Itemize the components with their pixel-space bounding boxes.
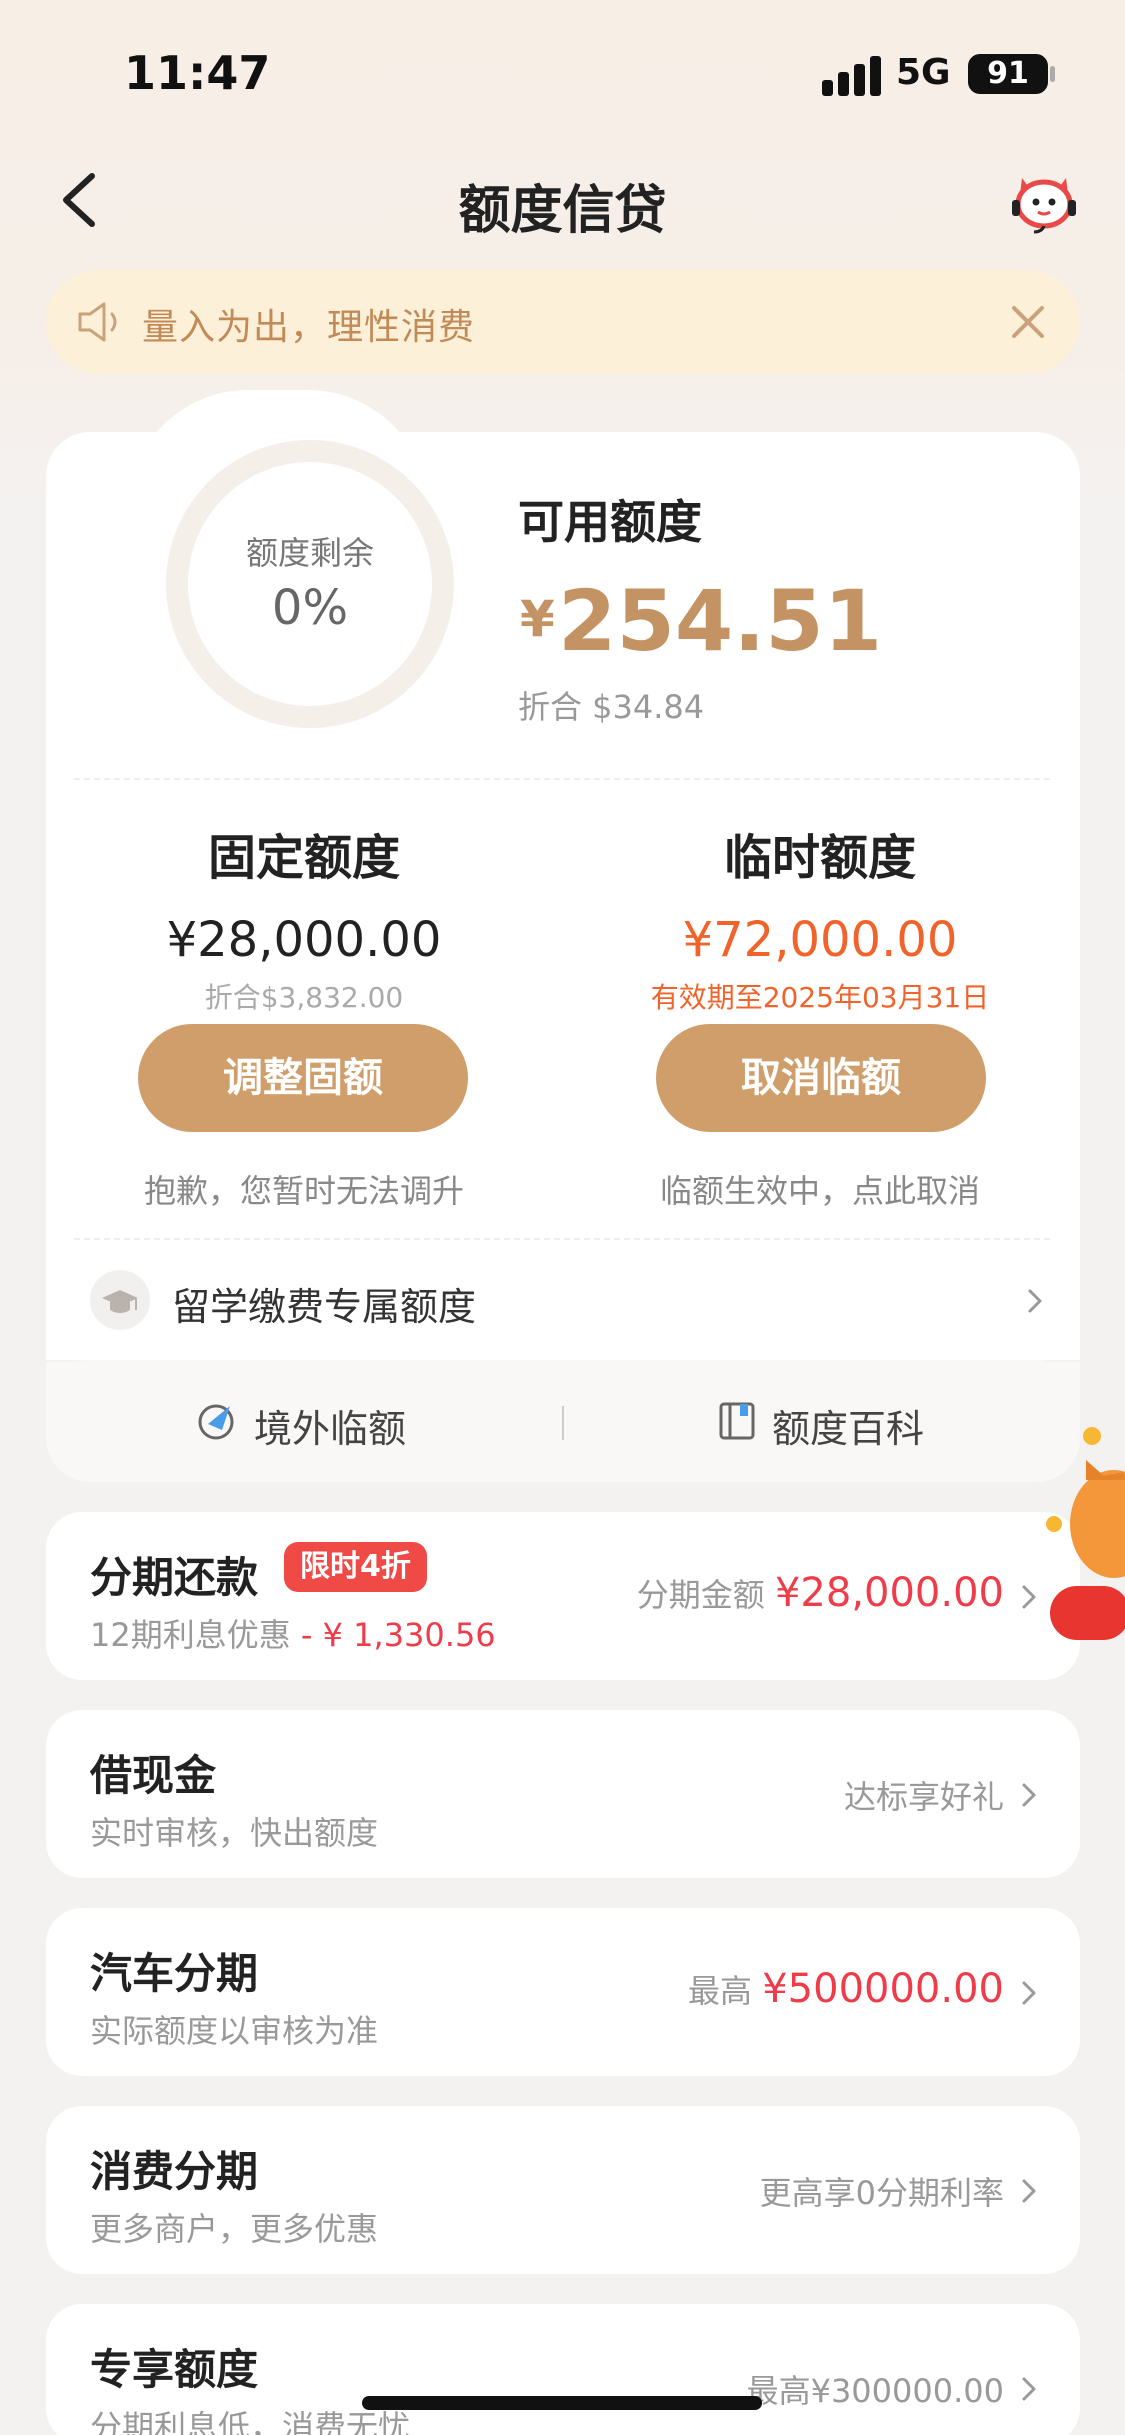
right-label: 分期金额	[636, 1576, 775, 1614]
list-item-title: 汽车分期	[90, 1949, 259, 1998]
notice-text: 量入为出，理性消费	[142, 307, 476, 348]
chevron-right-icon	[1022, 1585, 1036, 1609]
notice-banner: 量入为出，理性消费	[46, 270, 1080, 374]
available-credit-converted: 折合 $34.84	[518, 688, 705, 726]
temp-credit-title: 临时额度	[723, 830, 916, 886]
page-title: 额度信贷	[458, 181, 667, 241]
list-item-title: 分期还款	[90, 1553, 259, 1602]
temp-credit-section: 临时额度 ¥72,000.00 有效期至2025年03月31日	[570, 818, 1070, 1016]
ring-label: 额度剩余	[245, 534, 374, 572]
temp-credit-hint[interactable]: 临额生效中，点此取消	[570, 1166, 1070, 1212]
list-item-title: 消费分期	[90, 2147, 259, 2196]
list-item-title: 借现金	[90, 1751, 217, 1800]
close-icon	[1012, 306, 1044, 338]
adjust-fixed-button[interactable]: 调整固额	[138, 1024, 468, 1132]
installment-amount: ¥28,000.00	[774, 1570, 1004, 1616]
money-bag-icon	[1046, 1427, 1125, 1640]
cancel-temp-button[interactable]: 取消临额	[656, 1024, 986, 1132]
right-label: 最高	[688, 1972, 763, 2010]
max-amount: ¥500000.00	[762, 1966, 1004, 2012]
fixed-credit-section: 固定额度 ¥28,000.00 折合$3,832.00	[54, 818, 554, 1016]
mascot-icon	[1012, 178, 1076, 234]
list-item-subtitle: 分期利息低，消费无忧	[90, 2408, 411, 2435]
list-item-title: 专享额度	[90, 2345, 259, 2394]
graduation-cap-icon	[90, 1270, 150, 1330]
assistant-button[interactable]	[1008, 170, 1080, 234]
study-abroad-credit-label: 留学缴费专属额度	[172, 1285, 477, 1329]
status-bar: 11:47 5G 91	[0, 0, 1125, 140]
divider	[74, 778, 1050, 780]
list-item-subtitle: 更多商户，更多优惠	[90, 2210, 379, 2248]
list-item-right: 最高 ¥500000.00	[688, 1966, 1004, 2012]
floating-promo-widget[interactable]	[1046, 1420, 1125, 1660]
list-item-subtitle: 实时审核，快出额度	[90, 1814, 379, 1852]
list-item-subtitle: 12期利息优惠 - ¥ 1,330.56	[90, 1610, 496, 1656]
speaker-icon	[78, 302, 117, 342]
home-indicator	[362, 2396, 762, 2410]
chevron-right-icon	[1022, 2179, 1036, 2203]
book-icon	[719, 1402, 755, 1440]
available-currency: ¥	[520, 590, 555, 648]
chevron-right-icon	[1022, 1783, 1036, 1807]
list-item-right: 达标享好礼	[843, 1778, 1004, 1816]
list-item-right: 最高¥300000.00	[746, 2372, 1004, 2410]
discount-amount: - ¥ 1,330.56	[290, 1616, 496, 1654]
list-item-subtitle: 实际额度以审核为准	[90, 2012, 379, 2050]
plane-globe-icon	[198, 1404, 234, 1440]
discount-badge: 限时4折	[284, 1542, 427, 1592]
battery-cap	[1050, 66, 1055, 82]
tools-divider	[562, 1406, 564, 1440]
installment-repayment-card[interactable]: 分期还款 限时4折 12期利息优惠 - ¥ 1,330.56 分期金额 ¥28,…	[46, 1512, 1080, 1680]
fixed-credit-hint: 抱歉，您暂时无法调升	[143, 1172, 464, 1210]
battery-icon: 91	[968, 54, 1048, 94]
ring-value: 0%	[271, 580, 349, 636]
fixed-credit-title: 固定额度	[207, 830, 400, 886]
car-installment-card[interactable]: 汽车分期 实际额度以审核为准 最高 ¥500000.00	[46, 1908, 1080, 2076]
fixed-credit-amount: ¥28,000.00	[166, 912, 442, 968]
chevron-right-icon	[1022, 2377, 1036, 2401]
list-item-right: 更高享0分期利率	[759, 2174, 1004, 2212]
available-credit-label: 可用额度	[518, 495, 702, 549]
cash-loan-card[interactable]: 借现金 实时审核，快出额度 达标享好礼	[46, 1710, 1080, 1878]
available-credit-amount: 254.51	[558, 572, 883, 670]
overseas-temp-credit-link[interactable]: 境外临额	[254, 1398, 406, 1453]
study-abroad-credit-row[interactable]: 留学缴费专属额度	[46, 1240, 1080, 1360]
temp-credit-validity: 有效期至2025年03月31日	[650, 981, 990, 1014]
network-type: 5G	[896, 52, 951, 93]
tools-row: 境外临额 额度百科	[46, 1362, 1080, 1482]
exclusive-credit-card[interactable]: 专享额度 分期利息低，消费无忧 最高¥300000.00	[46, 2304, 1080, 2435]
list-item-right: 分期金额 ¥28,000.00	[637, 1570, 1004, 1616]
subtitle-prefix: 12期利息优惠	[90, 1616, 291, 1654]
fixed-credit-converted: 折合$3,832.00	[204, 981, 404, 1014]
notice-close-button[interactable]	[1006, 300, 1050, 344]
chevron-right-icon	[1022, 1981, 1036, 2005]
chevron-right-icon	[1028, 1289, 1042, 1313]
consumer-installment-card[interactable]: 消费分期 更多商户，更多优惠 更高享0分期利率	[46, 2106, 1080, 2274]
status-time: 11:47	[124, 46, 271, 100]
temp-credit-amount: ¥72,000.00	[682, 912, 958, 968]
signal-icon	[822, 56, 882, 96]
credit-wiki-link[interactable]: 额度百科	[772, 1398, 924, 1453]
